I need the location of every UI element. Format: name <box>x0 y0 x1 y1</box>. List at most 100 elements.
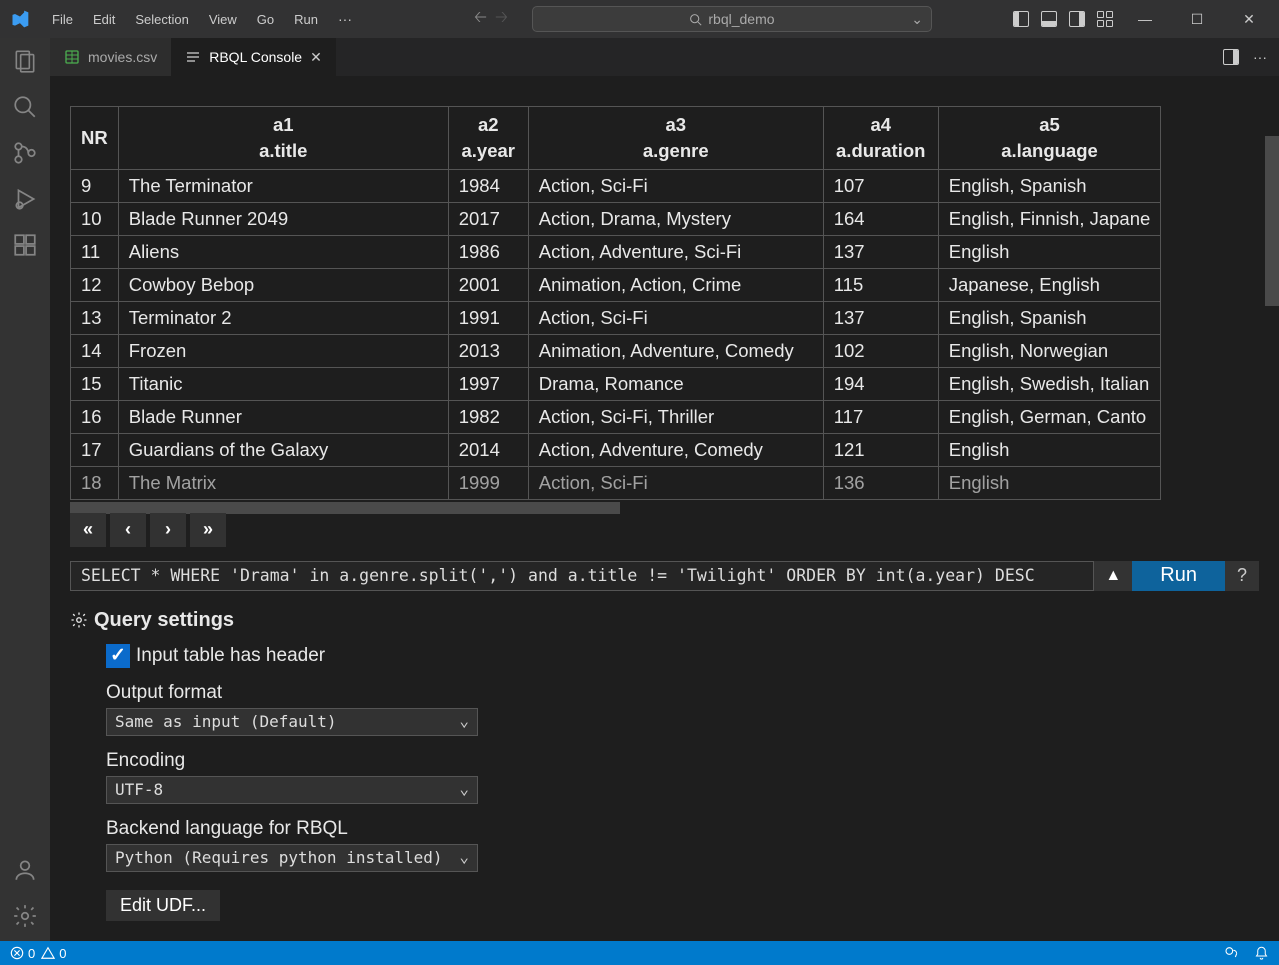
tab-close-icon[interactable]: ✕ <box>310 49 322 66</box>
pager-prev[interactable]: ‹ <box>110 513 146 547</box>
tab-movies-csv[interactable]: movies.csv <box>50 38 171 76</box>
cell-nr: 10 <box>71 202 119 235</box>
history-toggle-button[interactable]: ▲ <box>1094 561 1132 591</box>
header-code: NR <box>81 127 108 148</box>
cell-genre: Action, Sci-Fi <box>528 466 823 499</box>
cell-title: Blade Runner 2049 <box>118 202 448 235</box>
header-code: a3 <box>665 114 686 135</box>
cell-genre: Animation, Action, Crime <box>528 268 823 301</box>
menu-more-icon[interactable]: ··· <box>330 7 360 31</box>
gear-icon <box>70 611 88 629</box>
status-errors[interactable]: 0 <box>10 946 35 961</box>
nav-forward-icon[interactable]: 🡢 <box>495 6 508 33</box>
cell-language: English, German, Canto <box>938 400 1161 433</box>
cell-duration: 115 <box>823 268 938 301</box>
cell-title: Blade Runner <box>118 400 448 433</box>
search-icon <box>689 13 702 26</box>
cell-year: 1999 <box>448 466 528 499</box>
cell-nr: 12 <box>71 268 119 301</box>
cell-year: 1982 <box>448 400 528 433</box>
run-button[interactable]: Run <box>1132 561 1225 591</box>
cell-nr: 16 <box>71 400 119 433</box>
cell-title: The Terminator <box>118 169 448 202</box>
command-center[interactable]: rbql_demo ⌄ <box>532 6 932 32</box>
cell-year: 2001 <box>448 268 528 301</box>
header-checkbox[interactable]: ✓ <box>106 644 130 668</box>
output-format-label: Output format <box>106 682 1279 704</box>
cell-title: Guardians of the Galaxy <box>118 433 448 466</box>
encoding-label: Encoding <box>106 750 1279 772</box>
cell-language: English <box>938 433 1161 466</box>
window-maximize-icon[interactable]: ☐ <box>1177 11 1217 28</box>
error-icon <box>10 946 24 960</box>
pager-last[interactable]: » <box>190 513 226 547</box>
cell-title: Frozen <box>118 334 448 367</box>
toggle-sidebar-icon[interactable] <box>1013 11 1029 27</box>
tab-rbql-console[interactable]: RBQL Console ✕ <box>171 38 336 76</box>
search-activity-icon[interactable] <box>12 94 38 120</box>
cell-nr: 13 <box>71 301 119 334</box>
vertical-scrollbar[interactable] <box>1265 136 1279 306</box>
cell-nr: 18 <box>71 466 119 499</box>
edit-udf-button[interactable]: Edit UDF... <box>106 890 220 921</box>
cell-genre: Action, Sci-Fi, Thriller <box>528 400 823 433</box>
header-name: a.title <box>129 138 438 164</box>
header-code: a1 <box>273 114 294 135</box>
cell-language: English, Spanish <box>938 301 1161 334</box>
more-actions-icon[interactable]: ··· <box>1253 49 1267 65</box>
settings-gear-icon[interactable] <box>12 903 38 929</box>
pager-next[interactable]: › <box>150 513 186 547</box>
cell-duration: 194 <box>823 367 938 400</box>
cell-nr: 15 <box>71 367 119 400</box>
cell-year: 1986 <box>448 235 528 268</box>
menu-run[interactable]: Run <box>286 8 326 31</box>
warning-icon <box>41 946 55 960</box>
query-input[interactable] <box>70 561 1094 591</box>
window-minimize-icon[interactable]: — <box>1125 11 1165 27</box>
menu-view[interactable]: View <box>201 8 245 31</box>
cell-year: 2014 <box>448 433 528 466</box>
chevron-down-icon: ⌄ <box>911 11 923 28</box>
pager-first[interactable]: « <box>70 513 106 547</box>
customize-layout-icon[interactable] <box>1097 11 1113 27</box>
accounts-icon[interactable] <box>12 857 38 883</box>
csv-file-icon <box>64 49 80 65</box>
status-warnings[interactable]: 0 <box>41 946 66 961</box>
split-editor-icon[interactable] <box>1223 49 1239 65</box>
cell-language: English, Finnish, Japane <box>938 202 1161 235</box>
extensions-icon[interactable] <box>12 232 38 258</box>
feedback-icon[interactable] <box>1224 945 1240 961</box>
menu-go[interactable]: Go <box>249 8 282 31</box>
table-row: 11Aliens1986Action, Adventure, Sci-Fi137… <box>71 235 1161 268</box>
menu-edit[interactable]: Edit <box>85 8 123 31</box>
header-name: a.language <box>949 138 1151 164</box>
table-row: 16Blade Runner1982Action, Sci-Fi, Thrill… <box>71 400 1161 433</box>
output-format-select[interactable]: Same as input (Default) <box>106 708 478 736</box>
cell-title: Titanic <box>118 367 448 400</box>
header-name: a.genre <box>539 138 813 164</box>
cell-year: 2017 <box>448 202 528 235</box>
activity-bar <box>0 38 50 941</box>
window-close-icon[interactable]: ✕ <box>1229 11 1269 28</box>
source-control-icon[interactable] <box>12 140 38 166</box>
cell-year: 1997 <box>448 367 528 400</box>
menu-file[interactable]: File <box>44 8 81 31</box>
header-name: a.year <box>459 138 518 164</box>
menu-selection[interactable]: Selection <box>127 8 196 31</box>
help-button[interactable]: ? <box>1225 561 1259 591</box>
cell-year: 1984 <box>448 169 528 202</box>
toggle-secondary-sidebar-icon[interactable] <box>1069 11 1085 27</box>
explorer-icon[interactable] <box>12 48 38 74</box>
backend-label: Backend language for RBQL <box>106 818 1279 840</box>
backend-select[interactable]: Python (Requires python installed) <box>106 844 478 872</box>
bell-icon[interactable] <box>1254 946 1269 961</box>
toggle-panel-icon[interactable] <box>1041 11 1057 27</box>
nav-back-icon[interactable]: 🡠 <box>474 6 487 33</box>
table-row: 13Terminator 21991Action, Sci-Fi137Engli… <box>71 301 1161 334</box>
cell-genre: Action, Adventure, Comedy <box>528 433 823 466</box>
cell-nr: 9 <box>71 169 119 202</box>
cell-language: English <box>938 235 1161 268</box>
run-debug-icon[interactable] <box>12 186 38 212</box>
table-row: 14Frozen2013Animation, Adventure, Comedy… <box>71 334 1161 367</box>
encoding-select[interactable]: UTF-8 <box>106 776 478 804</box>
